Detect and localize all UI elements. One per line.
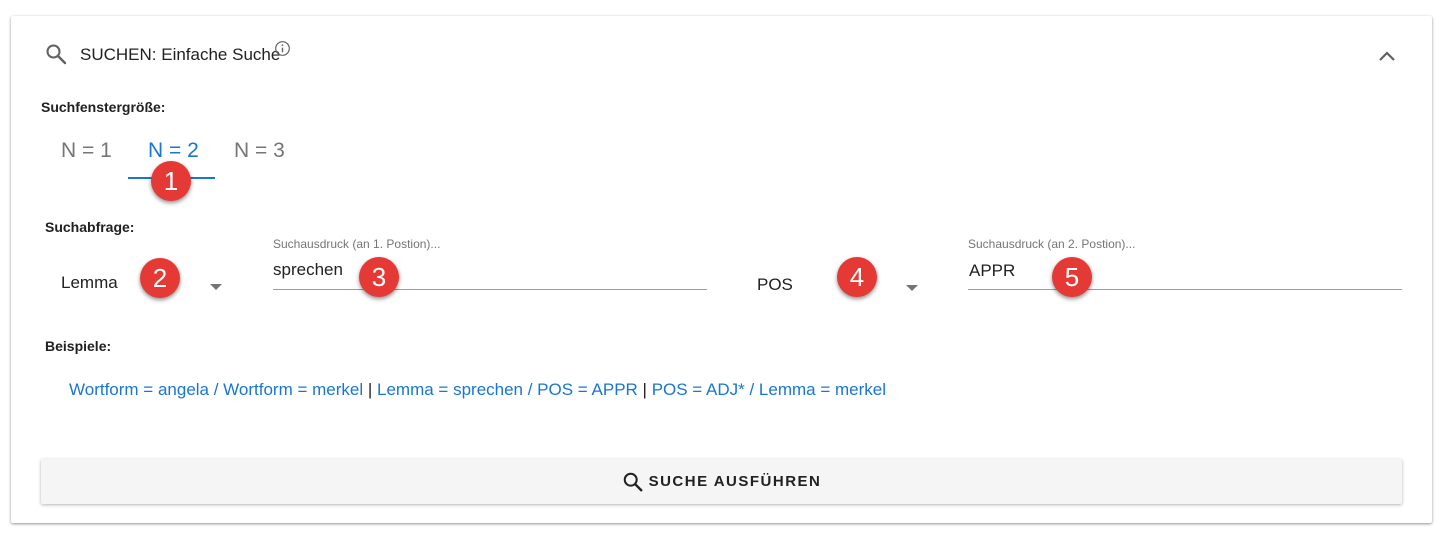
window-size-label: Suchfenstergröße: bbox=[41, 99, 166, 115]
example-link-2[interactable]: Lemma = sprechen / POS = APPR bbox=[377, 380, 638, 399]
search-icon bbox=[623, 472, 643, 491]
slot1-search-input[interactable]: sprechen bbox=[273, 260, 343, 280]
slot1-type-select[interactable]: Lemma bbox=[61, 273, 118, 293]
tab-n3[interactable]: N = 3 bbox=[234, 139, 285, 163]
slot2-field-label: Suchausdruck (an 2. Postion)... bbox=[968, 237, 1136, 251]
run-search-button[interactable]: SUCHE AUSFÜHREN bbox=[41, 459, 1402, 504]
chevron-down-icon[interactable] bbox=[210, 284, 222, 290]
callout-badge-4: 4 bbox=[837, 257, 877, 297]
callout-badge-2: 2 bbox=[140, 258, 180, 298]
slot1-field-label: Suchausdruck (an 1. Postion)... bbox=[273, 237, 441, 251]
callout-badge-3: 3 bbox=[359, 257, 399, 297]
example-link-1[interactable]: Wortform = angela / Wortform = merkel bbox=[69, 380, 363, 399]
slot1-field-underline bbox=[273, 289, 707, 290]
query-label: Suchabfrage: bbox=[45, 219, 135, 235]
slot2-type-select[interactable]: POS bbox=[757, 275, 793, 295]
search-icon bbox=[46, 44, 67, 65]
chevron-down-icon[interactable] bbox=[906, 285, 918, 291]
example-link-3[interactable]: POS = ADJ* / Lemma = merkel bbox=[652, 380, 886, 399]
slot2-search-input[interactable]: APPR bbox=[969, 261, 1015, 281]
examples-list: Wortform = angela / Wortform = merkel | … bbox=[69, 380, 886, 400]
panel-title: SUCHEN: Einfache Suche bbox=[80, 45, 281, 64]
info-icon[interactable] bbox=[274, 40, 291, 57]
example-separator: | bbox=[363, 380, 378, 399]
slot2-field-underline bbox=[968, 289, 1402, 290]
chevron-up-icon[interactable] bbox=[1376, 46, 1398, 66]
simple-search-panel bbox=[11, 16, 1432, 523]
example-separator: | bbox=[637, 380, 652, 399]
tab-n1[interactable]: N = 1 bbox=[61, 139, 112, 163]
tab-n2[interactable]: N = 2 bbox=[148, 139, 199, 163]
run-search-label: SUCHE AUSFÜHREN bbox=[648, 473, 822, 490]
examples-label: Beispiele: bbox=[45, 338, 112, 354]
callout-badge-1: 1 bbox=[151, 161, 191, 201]
callout-badge-5: 5 bbox=[1052, 257, 1092, 297]
